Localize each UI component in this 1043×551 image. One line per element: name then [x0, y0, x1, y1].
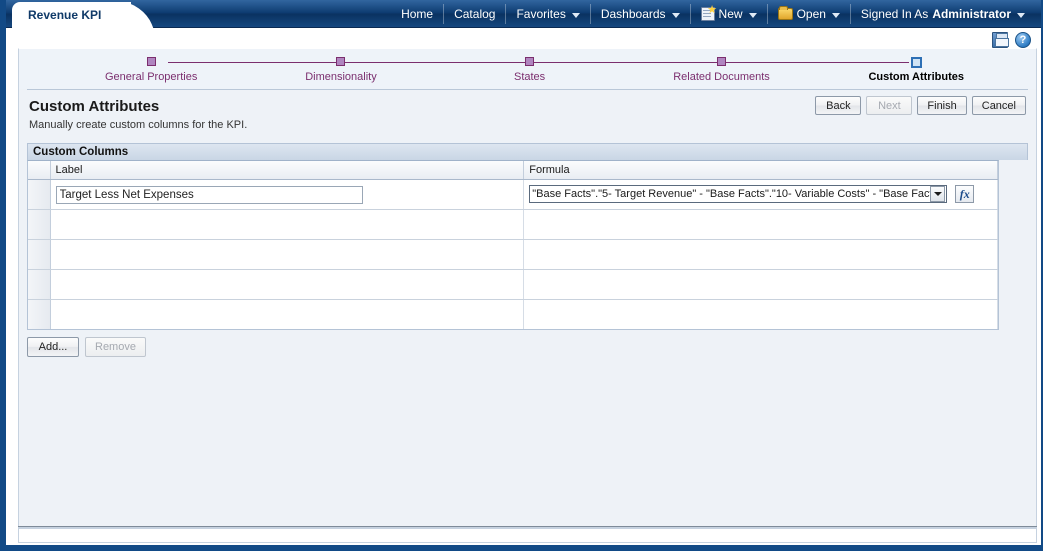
- panel-baseline-divider: [18, 526, 1037, 527]
- train-step-related-documents[interactable]: Related Documents: [673, 57, 770, 89]
- nav-item-label: Favorites: [516, 7, 565, 21]
- label-cell[interactable]: [50, 239, 524, 269]
- row-selector-cell[interactable]: [28, 299, 50, 329]
- train-step-marker: [336, 57, 345, 66]
- nav-item-home[interactable]: Home: [391, 4, 443, 24]
- next-button: Next: [866, 96, 912, 115]
- train-step-custom-attributes[interactable]: Custom Attributes: [868, 57, 964, 89]
- save-icon[interactable]: [992, 32, 1008, 48]
- global-header-bar: Revenue KPI Home Catalog Favorites Dashb…: [0, 0, 1043, 28]
- global-nav: Home Catalog Favorites Dashboards New Op…: [391, 0, 1035, 28]
- nav-item-label: Catalog: [454, 7, 495, 21]
- row-selector-cell[interactable]: [28, 239, 50, 269]
- folder-icon: [778, 8, 793, 20]
- row-selector-cell[interactable]: [28, 269, 50, 299]
- custom-columns-section: Custom Columns Label Formula: [27, 143, 1028, 357]
- table-row[interactable]: [28, 239, 998, 269]
- chevron-down-icon: [572, 13, 580, 18]
- wizard-button-group: Back Next Finish Cancel: [815, 96, 1026, 115]
- nav-item-new[interactable]: New: [690, 4, 767, 24]
- train-step-label: Custom Attributes: [868, 71, 964, 83]
- new-document-icon: [701, 7, 715, 21]
- remove-button: Remove: [85, 337, 146, 357]
- nav-item-label: Home: [401, 7, 433, 21]
- column-header-label[interactable]: Label: [50, 161, 524, 179]
- formula-cell[interactable]: [524, 209, 998, 239]
- train-step-general-properties[interactable]: General Properties: [105, 57, 197, 89]
- toolbar-icon-strip: ?: [992, 29, 1031, 51]
- label-cell[interactable]: [50, 299, 524, 329]
- label-cell[interactable]: [50, 179, 524, 209]
- table-row[interactable]: [28, 209, 998, 239]
- nav-item-label: Open: [797, 7, 826, 21]
- back-button[interactable]: Back: [815, 96, 861, 115]
- section-title: Custom Columns: [33, 146, 128, 158]
- cancel-button[interactable]: Cancel: [972, 96, 1026, 115]
- chevron-down-icon: [1017, 13, 1025, 18]
- row-selector-header: [28, 161, 50, 179]
- train-step-marker: [525, 57, 534, 66]
- grid-action-buttons: Add... Remove: [27, 337, 1028, 357]
- nav-item-open[interactable]: Open: [767, 4, 850, 24]
- formula-editor-button[interactable]: fx: [955, 185, 974, 203]
- train-step-marker: [147, 57, 156, 66]
- custom-columns-table-wrap: Label Formula: [27, 160, 999, 330]
- train-step-label: Dimensionality: [305, 71, 377, 83]
- label-cell[interactable]: [50, 209, 524, 239]
- page-subtitle: Manually create custom columns for the K…: [29, 119, 1026, 131]
- current-user-name: Administrator: [932, 7, 1011, 21]
- label-input[interactable]: [56, 186, 363, 204]
- formula-value: "Base Facts"."5- Target Revenue" - "Base…: [530, 188, 930, 200]
- chevron-down-icon: [832, 13, 840, 18]
- train-step-marker-active: [911, 57, 922, 68]
- table-row[interactable]: "Base Facts"."5- Target Revenue" - "Base…: [28, 179, 998, 209]
- signed-in-as-label: Signed In As: [861, 7, 928, 21]
- application-window: Revenue KPI Home Catalog Favorites Dashb…: [0, 0, 1043, 551]
- section-header: Custom Columns: [27, 143, 1028, 160]
- train-step-states[interactable]: States: [485, 57, 575, 89]
- train-step-label: Related Documents: [673, 71, 770, 83]
- finish-button[interactable]: Finish: [917, 96, 966, 115]
- page-tab-label: Revenue KPI: [28, 8, 101, 22]
- nav-item-label: New: [719, 7, 743, 21]
- formula-cell[interactable]: [524, 239, 998, 269]
- custom-columns-table: Label Formula: [28, 161, 998, 329]
- page-tab-revenue-kpi[interactable]: Revenue KPI: [12, 2, 131, 28]
- formula-cell[interactable]: "Base Facts"."5- Target Revenue" - "Base…: [524, 179, 998, 209]
- content-shell: General Properties Dimensionality States: [12, 28, 1041, 545]
- help-icon[interactable]: ?: [1015, 32, 1031, 48]
- row-selector-cell[interactable]: [28, 179, 50, 209]
- formula-cell[interactable]: [524, 299, 998, 329]
- train-step-marker: [717, 57, 726, 66]
- column-header-formula[interactable]: Formula: [524, 161, 998, 179]
- nav-item-dashboards[interactable]: Dashboards: [590, 4, 690, 24]
- chevron-down-icon: [672, 13, 680, 18]
- nav-item-label: Dashboards: [601, 7, 666, 21]
- table-row[interactable]: [28, 269, 998, 299]
- wizard-header: Custom Attributes Manually create custom…: [27, 89, 1028, 139]
- add-button[interactable]: Add...: [27, 337, 79, 357]
- nav-item-signed-in-as[interactable]: Signed In As Administrator: [850, 4, 1035, 24]
- train-step-label: General Properties: [105, 71, 197, 83]
- table-row[interactable]: [28, 299, 998, 329]
- footer-strip: [18, 528, 1037, 543]
- wizard-train: General Properties Dimensionality States: [19, 49, 1036, 89]
- chevron-down-icon[interactable]: [930, 186, 945, 202]
- train-step-label: States: [514, 71, 545, 83]
- chevron-down-icon: [749, 13, 757, 18]
- formula-cell[interactable]: [524, 269, 998, 299]
- wizard-panel: General Properties Dimensionality States: [18, 48, 1037, 528]
- label-cell[interactable]: [50, 269, 524, 299]
- nav-item-favorites[interactable]: Favorites: [505, 4, 589, 24]
- train-step-dimensionality[interactable]: Dimensionality: [296, 57, 386, 89]
- row-selector-cell[interactable]: [28, 209, 50, 239]
- formula-combobox[interactable]: "Base Facts"."5- Target Revenue" - "Base…: [529, 185, 947, 203]
- nav-item-catalog[interactable]: Catalog: [443, 4, 505, 24]
- table-header-row: Label Formula: [28, 161, 998, 179]
